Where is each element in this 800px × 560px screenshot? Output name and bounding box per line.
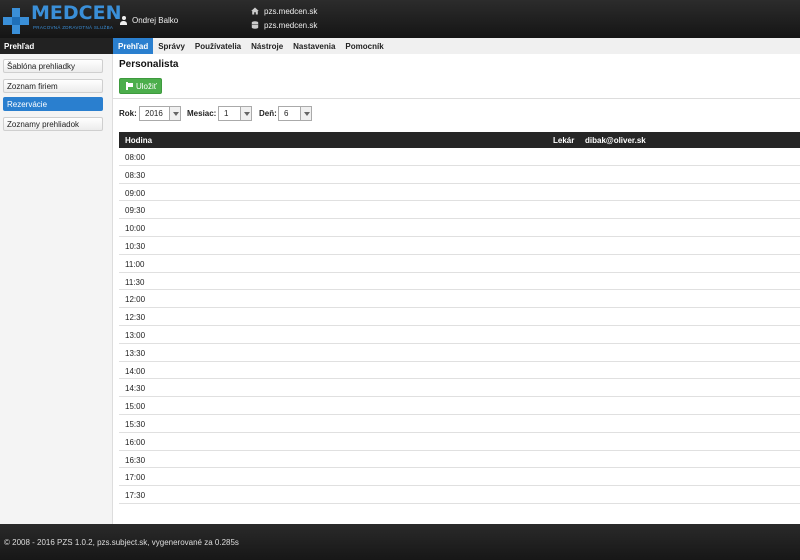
logo-subtitle: PRACOVNÁ ZDRAVOTNÁ SLUŽBA xyxy=(33,25,114,30)
table-header: Hodina Lekár dibak@oliver.sk xyxy=(119,132,800,148)
chevron-down-icon xyxy=(300,107,311,120)
hour-cell: 15:00 xyxy=(125,402,146,412)
table-row[interactable]: 11:00 xyxy=(119,255,800,273)
table-row[interactable]: 12:00 xyxy=(119,290,800,309)
divider xyxy=(113,98,800,99)
database-icon xyxy=(251,21,259,29)
col-doctor-email: dibak@oliver.sk xyxy=(585,136,646,145)
logo-text: MEDCEN xyxy=(31,2,122,24)
medical-cross-icon xyxy=(3,8,29,34)
site-link-db[interactable]: pzs.medcen.sk xyxy=(251,18,317,32)
hour-cell: 08:00 xyxy=(125,153,146,162)
hour-cell: 09:00 xyxy=(125,188,146,198)
tab-spravy[interactable]: Správy xyxy=(153,38,190,54)
table-row[interactable]: 16:00 xyxy=(119,433,800,451)
table-row[interactable]: 09:30 xyxy=(119,201,800,220)
sidebar-item-sablona[interactable]: Šablóna prehliadky xyxy=(3,59,103,73)
sidebar-item-zoznam-firiem[interactable]: Zoznam firiem xyxy=(3,79,103,93)
sidebar-item-zoznamy-prehliadok[interactable]: Zoznamy prehliadok xyxy=(3,117,103,131)
day-select[interactable]: 6 xyxy=(278,106,312,121)
table-row[interactable]: 15:30 xyxy=(119,415,800,433)
hour-cell: 11:30 xyxy=(125,277,145,287)
home-icon xyxy=(251,7,259,15)
sidebar-item-rezervacie[interactable]: Rezervácie xyxy=(3,97,103,111)
table-row[interactable]: 12:30 xyxy=(119,308,800,326)
hour-cell: 10:00 xyxy=(125,224,146,234)
site-link-home[interactable]: pzs.medcen.sk xyxy=(251,4,317,18)
table-row[interactable]: 08:00 xyxy=(119,148,800,166)
table-row[interactable]: 08:30 xyxy=(119,166,800,184)
table-row[interactable]: 14:30 xyxy=(119,379,800,398)
hour-cell: 10:30 xyxy=(125,241,146,251)
hour-cell: 16:00 xyxy=(125,437,146,447)
table-row[interactable]: 14:00 xyxy=(119,362,800,380)
table-row[interactable]: 17:00 xyxy=(119,468,800,487)
medcen-logo[interactable]: MEDCEN PRACOVNÁ ZDRAVOTNÁ SLUŽBA xyxy=(3,2,121,34)
day-value: 6 xyxy=(284,109,289,118)
hour-cell: 17:00 xyxy=(125,473,146,483)
reservations-table: Hodina Lekár dibak@oliver.sk 08:00 08:30 0… xyxy=(119,132,800,504)
year-value: 2016 xyxy=(145,109,163,118)
footer: © 2008 - 2016 PZS 1.0.2, pzs.subject.sk,… xyxy=(0,524,800,560)
hour-cell: 09:30 xyxy=(125,206,146,216)
user-name: Ondrej Balko xyxy=(132,16,179,25)
main-tabs: Prehľad Správy Používatelia Nástroje Nas… xyxy=(113,38,389,54)
tab-pouzivatelia[interactable]: Používatelia xyxy=(190,38,246,54)
hour-cell: 12:00 xyxy=(125,295,146,305)
hour-cell: 14:00 xyxy=(125,366,146,376)
chevron-down-icon xyxy=(169,107,180,120)
table-row[interactable]: 13:00 xyxy=(119,326,800,344)
col-doctor: Lekár xyxy=(553,136,575,145)
table-body: 08:00 08:30 09:00 09:30 10:00 10:30 11:00 11:30… xyxy=(119,148,800,504)
col-hour: Hodina xyxy=(125,136,153,145)
page-title: Personalista xyxy=(119,59,179,70)
sidebar: Šablóna prehliadky Zoznam firiem Rezervá… xyxy=(0,54,113,524)
hour-cell: 16:30 xyxy=(125,455,146,465)
month-label: Mesiac: xyxy=(187,109,217,118)
tab-nastavenia[interactable]: Nastavenia xyxy=(288,38,340,54)
month-value: 1 xyxy=(224,109,229,118)
hour-cell: 17:30 xyxy=(125,491,146,501)
year-select[interactable]: 2016 xyxy=(139,106,181,121)
site-home-label: pzs.medcen.sk xyxy=(264,6,318,16)
table-row[interactable]: 13:30 xyxy=(119,344,800,362)
hour-cell: 08:30 xyxy=(125,170,146,180)
user-icon xyxy=(119,16,128,25)
month-select[interactable]: 1 xyxy=(218,106,252,121)
year-label: Rok: xyxy=(119,109,137,118)
save-button[interactable]: Uložiť xyxy=(119,78,162,94)
hour-cell: 13:00 xyxy=(125,330,146,340)
sidebar-title: Prehľad xyxy=(0,38,113,54)
chevron-down-icon xyxy=(240,107,251,120)
tab-pomocnik[interactable]: Pomocník xyxy=(340,38,388,54)
hour-cell: 15:30 xyxy=(125,419,146,429)
table-row[interactable]: 10:00 xyxy=(119,219,800,237)
table-row[interactable]: 10:30 xyxy=(119,237,800,255)
hour-cell: 14:30 xyxy=(125,384,146,394)
table-row[interactable]: 09:00 xyxy=(119,184,800,202)
day-label: Deň: xyxy=(259,109,277,118)
current-user[interactable]: Ondrej Balko xyxy=(119,16,178,25)
site-db-label: pzs.medcen.sk xyxy=(264,20,318,30)
tab-nastroje[interactable]: Nástroje xyxy=(246,38,288,54)
site-links: pzs.medcen.sk pzs.medcen.sk xyxy=(251,4,317,32)
hour-cell: 11:00 xyxy=(125,259,145,269)
table-row[interactable]: 11:30 xyxy=(119,273,800,291)
table-row[interactable]: 16:30 xyxy=(119,451,800,469)
table-row[interactable]: 17:30 xyxy=(119,486,800,504)
hour-cell: 13:30 xyxy=(125,348,146,358)
flag-icon xyxy=(125,82,133,90)
table-row[interactable]: 15:00 xyxy=(119,397,800,415)
hour-cell: 12:30 xyxy=(125,313,146,323)
save-button-label: Uložiť xyxy=(136,81,157,91)
top-header: MEDCEN PRACOVNÁ ZDRAVOTNÁ SLUŽBA Ondrej … xyxy=(0,0,800,38)
tab-prehlad[interactable]: Prehľad xyxy=(113,38,154,54)
